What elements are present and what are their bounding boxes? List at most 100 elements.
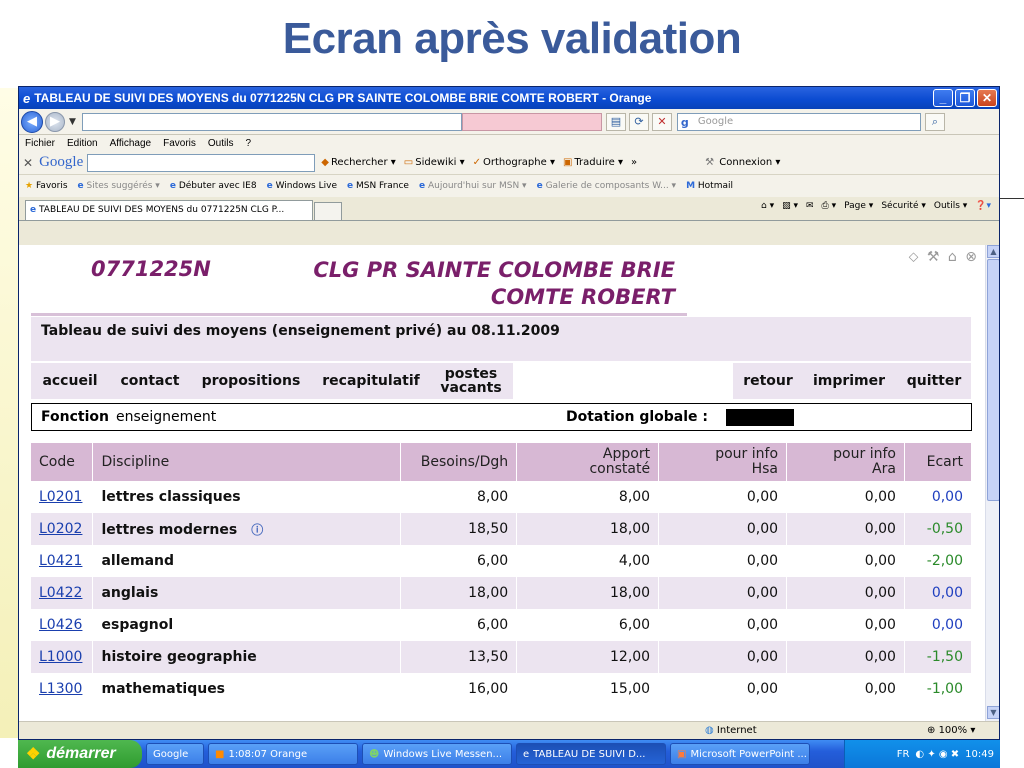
help-icon[interactable]: ❓▾ — [975, 201, 991, 211]
nav-retour[interactable]: retour — [735, 363, 801, 399]
col-code: Code — [31, 443, 94, 481]
fav-item-3[interactable]: e MSN France — [347, 181, 409, 191]
page-menu[interactable]: Page ▾ — [844, 201, 873, 211]
security-menu[interactable]: Sécurité ▾ — [881, 201, 926, 211]
cell-hsa: 0,00 — [658, 577, 788, 609]
google-connexion[interactable]: ⚒ Connexion ▾ — [705, 157, 780, 168]
back-button[interactable]: ◀ — [21, 110, 43, 133]
info-icon[interactable]: ⓘ — [251, 523, 263, 537]
url-input-extension[interactable] — [461, 112, 602, 131]
mail-icon[interactable]: ✉ — [806, 201, 814, 211]
nav-contact[interactable]: contact — [111, 363, 189, 399]
task-ie-active[interactable]: e TABLEAU DE SUIVI D... — [516, 743, 666, 765]
zoom-level[interactable]: ⊕ 100% ▾ — [927, 725, 975, 736]
print-icon[interactable]: ⎙ ▾ — [822, 201, 837, 211]
tools-menu[interactable]: Outils ▾ — [934, 201, 967, 211]
fav-item-1[interactable]: e Débuter avec IE8 — [170, 181, 257, 191]
menu-help[interactable]: ? — [245, 138, 251, 149]
cell-ara: 0,00 — [786, 577, 905, 609]
wrench-icon: ⚒ — [705, 157, 715, 168]
fav-item-5[interactable]: e Galerie de composants W... ▾ — [537, 181, 676, 191]
scroll-down-arrow[interactable]: ▼ — [987, 706, 999, 719]
code-link[interactable]: L1300 — [39, 681, 82, 697]
favorites-button[interactable]: ★ Favoris — [25, 181, 68, 191]
ie-page-icon: e — [77, 181, 84, 191]
window-titlebar[interactable]: e TABLEAU DE SUIVI DES MOYENS du 0771225… — [19, 87, 999, 109]
sidewiki-icon: ▭ — [403, 157, 414, 168]
home-icon[interactable]: ⌂ ▾ — [761, 201, 774, 211]
minimize-button[interactable]: _ — [933, 89, 953, 107]
tab-active[interactable]: e TABLEAU DE SUIVI DES MOYENS du 0771225… — [25, 200, 313, 220]
table-row: L0422 anglais 18,00 18,00 0,00 0,00 0,00 — [31, 577, 973, 609]
menu-edition[interactable]: Edition — [67, 138, 98, 149]
security-zone[interactable]: ◍ Internet — [705, 725, 757, 736]
start-button[interactable]: ❖ démarrer — [18, 740, 142, 768]
google-traduire[interactable]: ▣ Traduire ▾ — [563, 157, 623, 168]
page-action-icons[interactable]: ⬦ ⚒ ⌂ ⊗ — [909, 249, 979, 265]
fav-item-0[interactable]: e Sites suggérés ▾ — [78, 181, 160, 191]
vertical-scrollbar[interactable]: ▲ ▼ — [985, 245, 999, 721]
compat-view-icon[interactable]: ▤ — [605, 112, 626, 131]
menu-affichage[interactable]: Affichage — [110, 138, 152, 149]
forward-button[interactable]: ▶ — [45, 111, 65, 132]
discipline-text: espagnol — [101, 617, 174, 633]
code-link[interactable]: L0426 — [39, 617, 82, 633]
ie-page-icon: e — [30, 205, 37, 215]
google-orthographe[interactable]: ✓ Orthographe ▾ — [473, 157, 555, 168]
col-discipline: Discipline — [92, 443, 402, 481]
search-input[interactable]: g Google — [676, 112, 921, 131]
language-indicator[interactable]: FR — [897, 749, 910, 760]
google-more[interactable]: » — [631, 157, 637, 168]
code-link[interactable]: L0202 — [39, 521, 82, 537]
task-powerpoint[interactable]: ▣ Microsoft PowerPoint ... — [670, 743, 810, 765]
discipline-text: mathematiques — [101, 681, 226, 697]
code-link[interactable]: L0422 — [39, 585, 82, 601]
cell-ecart: -1,00 — [904, 673, 973, 705]
nav-quitter[interactable]: quitter — [897, 363, 971, 399]
nav-postes-vacants[interactable]: postes vacants — [431, 363, 511, 399]
browser-window: e TABLEAU DE SUIVI DES MOYENS du 0771225… — [18, 86, 1000, 740]
search-go-icon[interactable]: ⌕ — [924, 112, 945, 131]
url-input[interactable] — [81, 112, 462, 131]
nav-propositions[interactable]: propositions — [191, 363, 311, 399]
scroll-thumb[interactable] — [987, 259, 999, 501]
google-sidewiki[interactable]: ▭ Sidewiki ▾ — [404, 157, 465, 168]
fav-item-2[interactable]: e Windows Live — [267, 181, 337, 191]
task-google[interactable]: Google — [146, 743, 204, 765]
fav-item-4[interactable]: e Aujourd'hui sur MSN ▾ — [419, 181, 527, 191]
code-link[interactable]: L0201 — [39, 489, 82, 505]
nav-accueil[interactable]: accueil — [31, 363, 109, 399]
history-dropdown-icon[interactable]: ▼ — [69, 117, 76, 127]
fonction-value: enseignement — [116, 409, 217, 425]
scroll-up-arrow[interactable]: ▲ — [987, 245, 999, 258]
taskbar: ❖ démarrer Google ■ 1:08:07 Orange ☻ Window… — [18, 740, 1000, 768]
nav-imprimer[interactable]: imprimer — [803, 363, 895, 399]
google-search-input[interactable] — [87, 153, 316, 172]
moyens-table-wrap: Code Discipline Besoins/Dgh Apport const… — [31, 443, 973, 705]
code-link[interactable]: L1000 — [39, 649, 82, 665]
maximize-button[interactable]: ❐ — [955, 89, 975, 107]
feeds-icon[interactable]: ▧ ▾ — [782, 201, 798, 211]
fav-item-6[interactable]: M Hotmail — [686, 181, 733, 191]
cell-hsa: 0,00 — [658, 481, 788, 513]
ie-page-icon: e — [418, 181, 426, 191]
google-toolbar: ✕ Google ◆ Rechercher ▾ ▭ Sidewiki ▾ ✓ Orth… — [19, 151, 999, 175]
menu-outils[interactable]: Outils — [208, 138, 234, 149]
clock: 10:49 — [965, 748, 994, 760]
google-rechercher[interactable]: ◆ Rechercher ▾ — [321, 157, 396, 168]
code-link[interactable]: L0421 — [39, 553, 82, 569]
new-tab-button[interactable] — [314, 202, 342, 220]
nav-recapitulatif[interactable]: recapitulatif — [313, 363, 429, 399]
task-orange[interactable]: ■ 1:08:07 Orange — [208, 743, 358, 765]
refresh-icon[interactable]: ⟳ — [628, 112, 649, 131]
task-messenger[interactable]: ☻ Windows Live Messen... — [362, 743, 512, 765]
favorites-bar: ★ Favoris e Sites suggérés ▾ e Débuter a… — [19, 175, 999, 197]
menu-fichier[interactable]: Fichier — [25, 138, 55, 149]
menu-favoris[interactable]: Favoris — [163, 138, 196, 149]
close-button[interactable]: ✕ — [977, 89, 997, 107]
toolbar-close-icon[interactable]: ✕ — [23, 156, 33, 170]
tray-icons[interactable]: ◐ ✦ ◉ ✖ — [915, 749, 959, 760]
cell-code: L0422 — [31, 577, 94, 609]
cell-ecart: 0,00 — [904, 481, 973, 513]
stop-icon[interactable]: ✕ — [651, 112, 672, 131]
